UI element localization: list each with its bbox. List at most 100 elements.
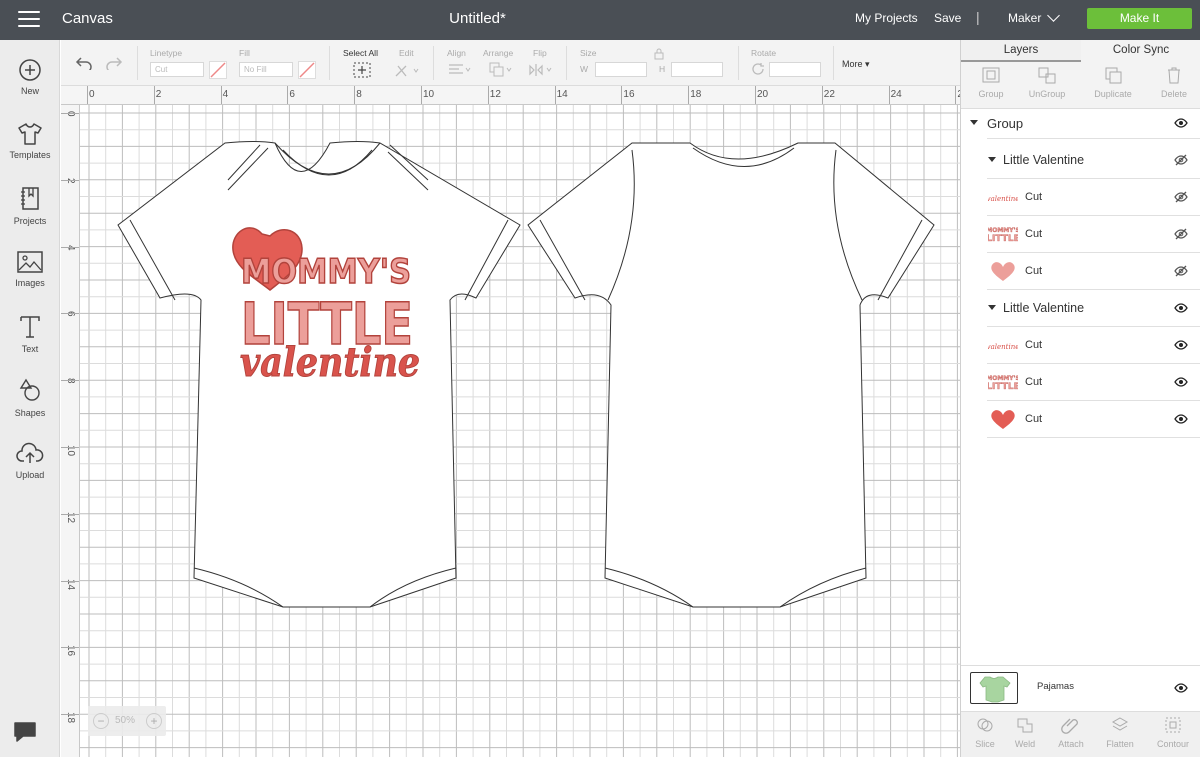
eye-icon[interactable] (1174, 117, 1188, 129)
save-link[interactable]: Save (934, 11, 961, 25)
arrange-label: Arrange (483, 48, 514, 58)
sidebar-item-label: Templates (9, 150, 51, 160)
layer-group-row[interactable]: Group (961, 105, 1200, 142)
layer-item-row[interactable]: MOMMY'S LITTLE Cut (961, 216, 1200, 253)
more-menu[interactable]: More ▾ (842, 59, 870, 70)
tab-layers[interactable]: Layers (961, 40, 1081, 62)
ruler-tick-label: 18 (690, 89, 702, 100)
layer-item-row[interactable]: valentine Cut (961, 179, 1200, 216)
sidebar-item-upload[interactable]: Upload (0, 442, 60, 498)
height-input[interactable] (671, 62, 723, 77)
layer-subgroup-row[interactable]: Little Valentine (961, 290, 1200, 327)
lock-icon[interactable] (654, 48, 664, 60)
redo-icon[interactable] (105, 56, 123, 70)
eye-hidden-icon[interactable] (1174, 154, 1188, 166)
caret-down-icon[interactable] (988, 305, 996, 310)
shapes-icon (19, 378, 40, 401)
layer-item-row[interactable]: valentine Cut (961, 327, 1200, 364)
eye-hidden-icon[interactable] (1174, 228, 1188, 240)
duplicate-icon (1105, 67, 1122, 84)
caret-down-icon[interactable] (988, 157, 996, 162)
subgroup-label: Little Valentine (1003, 153, 1085, 167)
ruler-tick-label: 20 (757, 89, 769, 100)
layer-item-row[interactable]: Cut (961, 401, 1200, 438)
eye-hidden-icon[interactable] (1174, 191, 1188, 203)
delete-button[interactable]: Delete (1144, 66, 1200, 99)
rotate-icon (752, 63, 764, 75)
fill-label: Fill (239, 48, 250, 58)
sidebar-item-images[interactable]: Images (0, 250, 60, 306)
flip-icon[interactable] (528, 62, 554, 78)
contour-button[interactable]: Contour (1149, 716, 1197, 749)
eye-icon[interactable] (1174, 682, 1188, 694)
group-label: Group (978, 89, 1004, 99)
slice-icon (977, 718, 993, 732)
weld-button[interactable]: Weld (1001, 716, 1049, 749)
slice-label: Slice (975, 739, 995, 749)
flatten-button[interactable]: Flatten (1096, 716, 1144, 749)
top-bar: Canvas Untitled* My Projects Save | Make… (0, 0, 1200, 40)
base-layer-row[interactable]: Pajamas (961, 665, 1200, 711)
caret-down-icon[interactable] (970, 120, 978, 125)
attach-button[interactable]: Attach (1047, 716, 1095, 749)
design-line-1: MOMMY'S (241, 252, 411, 292)
fill-swatch-icon[interactable] (298, 61, 316, 79)
design-canvas[interactable]: MOMMY'S LITTLE valentine (80, 105, 960, 757)
text-icon (20, 316, 40, 338)
contour-label: Contour (1156, 739, 1190, 749)
layer-item-label: Cut (1025, 191, 1043, 203)
layer-item-row[interactable]: MOMMY'S LITTLE Cut (961, 364, 1200, 401)
rotate-input[interactable] (769, 62, 821, 77)
sidebar-item-new[interactable]: New (0, 58, 60, 114)
zoom-out-button[interactable]: − (93, 713, 109, 729)
sidebar-item-templates[interactable]: Templates (0, 122, 60, 178)
ruler-tick-label: 12 (489, 89, 501, 100)
zoom-value: 50% (115, 715, 136, 726)
align-icon[interactable] (447, 63, 473, 77)
sidebar-item-text[interactable]: Text (0, 314, 60, 370)
select-all-icon[interactable] (353, 62, 371, 78)
fill-select[interactable]: No Fill (239, 62, 293, 77)
design-line-3: valentine (240, 339, 420, 386)
edit-tools-icon[interactable] (394, 62, 420, 78)
document-title[interactable]: Untitled* (400, 10, 555, 27)
sidebar-item-shapes[interactable]: Shapes (0, 378, 60, 434)
valentine-thumb-icon: valentine (988, 195, 1018, 203)
flatten-icon (1111, 717, 1129, 731)
zoom-in-button[interactable]: + (146, 713, 162, 729)
layer-subgroup-row[interactable]: Little Valentine (961, 142, 1200, 179)
topbar-separator: | (976, 9, 980, 25)
my-projects-link[interactable]: My Projects (855, 11, 918, 25)
duplicate-button[interactable]: Duplicate (1083, 66, 1143, 99)
sidebar-item-projects[interactable]: Projects (0, 186, 60, 242)
weld-icon (1017, 718, 1033, 733)
undo-icon[interactable] (75, 56, 93, 70)
sidebar-item-label: Text (21, 344, 39, 354)
ruler-tick-label: 0 (89, 89, 95, 100)
tab-color-sync[interactable]: Color Sync (1081, 40, 1200, 62)
ungroup-button[interactable]: UnGroup (1017, 66, 1077, 99)
width-input[interactable] (595, 62, 647, 77)
left-sidebar: New Templates Projects Images Text Shape… (0, 40, 60, 757)
layer-item-row[interactable]: Cut (961, 253, 1200, 290)
machine-selector[interactable]: Maker (1008, 11, 1041, 25)
eye-icon[interactable] (1174, 376, 1188, 388)
eye-icon[interactable] (1174, 339, 1188, 351)
chat-bubble-icon[interactable] (12, 720, 38, 744)
arrange-icon[interactable] (489, 62, 515, 78)
little-valentine-design[interactable]: MOMMY'S LITTLE valentine (80, 105, 960, 757)
hamburger-menu-icon[interactable] (18, 11, 40, 29)
eye-hidden-icon[interactable] (1174, 265, 1188, 277)
sidebar-item-label: Images (15, 278, 45, 288)
eye-icon[interactable] (1174, 413, 1188, 425)
chevron-down-icon[interactable] (1047, 9, 1060, 22)
eye-icon[interactable] (1174, 302, 1188, 314)
base-layer-label: Pajamas (1037, 681, 1074, 692)
layer-item-label: Cut (1025, 339, 1043, 351)
flatten-label: Flatten (1106, 739, 1134, 749)
upload-icon (16, 442, 44, 463)
linetype-swatch-icon[interactable] (209, 61, 227, 79)
make-it-button[interactable]: Make It (1087, 8, 1192, 29)
group-button[interactable]: Group (961, 66, 1021, 99)
linetype-select[interactable]: Cut (150, 62, 204, 77)
